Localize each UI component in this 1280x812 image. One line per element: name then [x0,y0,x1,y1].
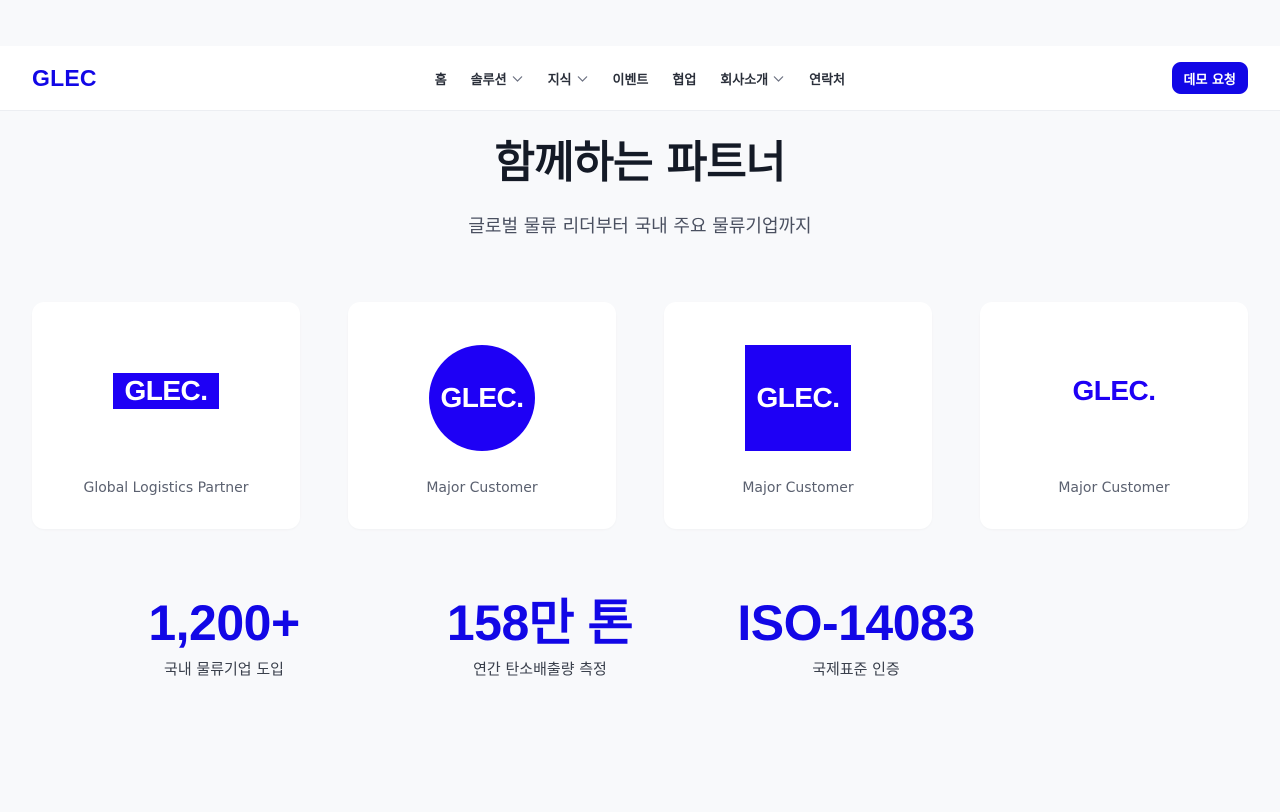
stat-item: ISO-14083 국제표준 인증 [698,596,1014,679]
stat-item: 158만 톤 연간 탄소배출량 측정 [382,596,698,679]
partner-cards: GLEC. Global Logistics Partner GLEC. Maj… [32,302,1248,529]
stat-value: ISO-14083 [737,595,975,651]
nav-item-label: 협업 [672,73,697,88]
section-subtitle: 글로벌 물류 리더부터 국내 주요 물류기업까지 [468,216,812,237]
nav-item-solutions[interactable]: 솔루션 [471,69,524,88]
chevron-down-icon [577,76,588,82]
page: GLEC 홈 솔루션 지식 이벤트 협업 회사소개 연락처 데모 요청 함께하는… [0,0,1280,812]
partner-logo-wrap: GLEC. [664,345,932,451]
nav-item-label: 이벤트 [612,73,649,88]
stat-item: 1,200+ 국내 물류기업 도입 [66,596,382,679]
stat-value: 158만 톤 [446,595,634,651]
partner-card: GLEC. Major Customer [980,302,1248,529]
nav-item-label: 솔루션 [470,73,507,88]
stat-label: 국제표준 인증 [812,660,900,678]
partner-logo: GLEC. [429,345,535,451]
partner-label: Major Customer [426,480,538,496]
stat-label: 국내 물류기업 도입 [164,660,284,678]
stats-row: 1,200+ 국내 물류기업 도입 158만 톤 연간 탄소배출량 측정 ISO… [66,596,1014,679]
partner-logo: GLEC. [113,373,219,409]
nav-item-about[interactable]: 회사소개 [720,69,785,88]
nav-item-home[interactable]: 홈 [435,69,447,88]
site-logo[interactable]: GLEC [32,65,97,92]
partner-label: Major Customer [1058,480,1170,496]
partner-logo-wrap: GLEC. [980,345,1248,451]
nav-item-partnership[interactable]: 협업 [673,69,697,88]
partner-logo-wrap: GLEC. [348,345,616,451]
partner-card: GLEC. Major Customer [348,302,616,529]
nav-item-knowledge[interactable]: 지식 [548,69,589,88]
request-demo-button[interactable]: 데모 요청 [1171,62,1248,94]
stat-value: 1,200+ [148,595,300,651]
chevron-down-icon [773,76,784,82]
section-title: 함께하는 파트너 [494,137,787,188]
partner-label: Global Logistics Partner [83,480,249,496]
partner-logo-wrap: GLEC. [32,345,300,451]
partner-logo: GLEC. [745,345,851,451]
nav-item-events[interactable]: 이벤트 [613,69,649,88]
stat-label: 연간 탄소배출량 측정 [473,660,607,678]
nav-item-label: 연락처 [809,73,846,88]
nav-item-label: 지식 [547,73,572,88]
chevron-down-icon [512,76,523,82]
partner-card: GLEC. Major Customer [664,302,932,529]
nav-item-label: 홈 [434,73,447,88]
site-header: GLEC 홈 솔루션 지식 이벤트 협업 회사소개 연락처 데모 요청 [0,46,1280,111]
main-nav: 홈 솔루션 지식 이벤트 협업 회사소개 연락처 [0,46,1280,111]
nav-item-label: 회사소개 [720,73,769,88]
partner-logo: GLEC. [1072,375,1156,406]
partner-label: Major Customer [742,480,854,496]
partner-card: GLEC. Global Logistics Partner [32,302,300,529]
nav-item-contact[interactable]: 연락처 [809,69,845,88]
